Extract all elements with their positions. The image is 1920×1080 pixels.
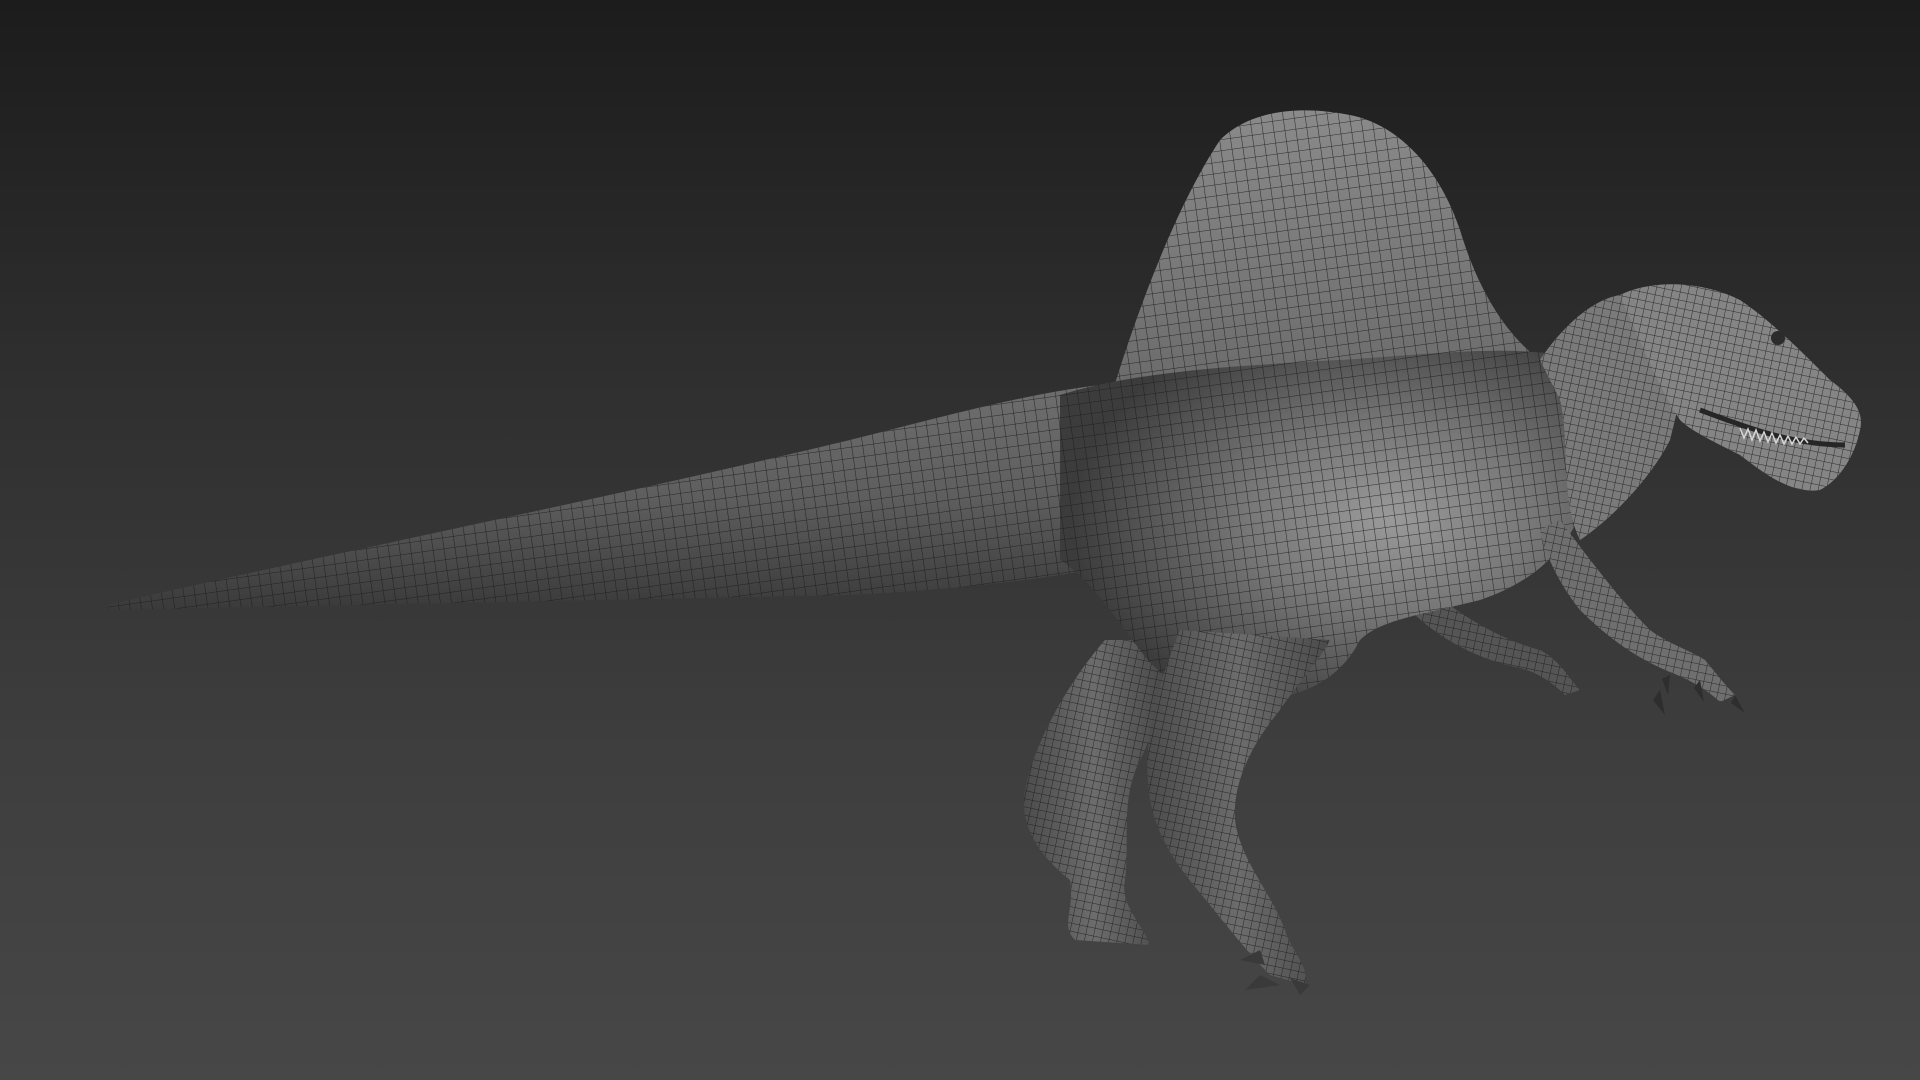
far-leg xyxy=(1023,640,1164,945)
dinosaur-render xyxy=(108,110,1861,995)
eye xyxy=(1771,331,1785,345)
tail xyxy=(108,385,1140,610)
3d-viewport[interactable] xyxy=(0,0,1920,1080)
